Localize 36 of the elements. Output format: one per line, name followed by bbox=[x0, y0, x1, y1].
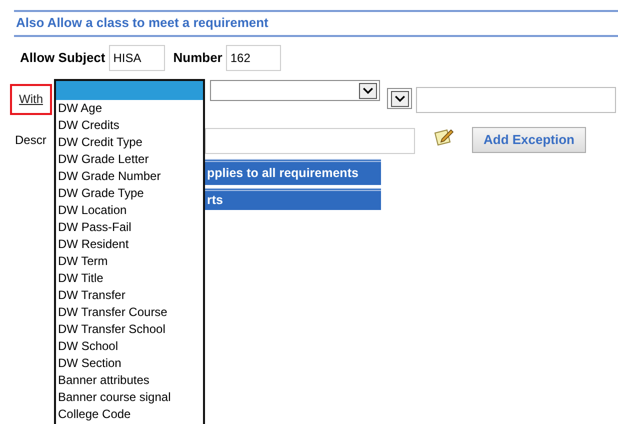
dropdown-option[interactable]: DW Transfer School bbox=[56, 321, 203, 338]
dropdown-option[interactable]: DW Section bbox=[56, 355, 203, 372]
dropdown-option[interactable]: DW Location bbox=[56, 202, 203, 219]
dropdown-option[interactable]: DW Grade Type bbox=[56, 185, 203, 202]
dropdown-option[interactable]: DW Resident bbox=[56, 236, 203, 253]
dropdown-option[interactable]: DW Grade Number bbox=[56, 168, 203, 185]
section-bar: rts bbox=[205, 188, 381, 210]
dropdown-option[interactable]: DW Term bbox=[56, 253, 203, 270]
dropdown-option[interactable]: DW Age bbox=[56, 100, 203, 117]
section-bar: pplies to all requirements bbox=[205, 159, 381, 185]
dropdown-option[interactable]: DW Transfer Course bbox=[56, 304, 203, 321]
dropdown-option[interactable]: DW Credit Type bbox=[56, 134, 203, 151]
number-label: Number bbox=[173, 48, 222, 67]
text-field[interactable] bbox=[416, 86, 616, 112]
add-exception-button[interactable]: Add Exception bbox=[472, 126, 586, 152]
dropdown-option[interactable]: DW Credits bbox=[56, 117, 203, 134]
dropdown-option[interactable]: DW Transfer bbox=[56, 287, 203, 304]
dropdown-option[interactable]: DW School bbox=[56, 338, 203, 355]
caret-icon bbox=[391, 90, 409, 106]
caret-icon bbox=[359, 82, 377, 98]
description-label: Descr bbox=[15, 132, 46, 148]
dropdown-select[interactable] bbox=[387, 88, 412, 108]
with-link[interactable]: With bbox=[10, 84, 52, 114]
subject-field[interactable]: HISA bbox=[109, 44, 166, 70]
dropdown-option[interactable]: College Code bbox=[56, 406, 203, 423]
section-title: Also Allow a class to meet a requirement bbox=[16, 15, 268, 30]
description-field[interactable] bbox=[205, 128, 415, 154]
dropdown-option[interactable]: Banner course signal bbox=[56, 389, 203, 406]
dropdown-option[interactable]: DW Pass-Fail bbox=[56, 219, 203, 236]
dropdown-select[interactable] bbox=[210, 80, 380, 100]
dropdown-option[interactable]: DW Title bbox=[56, 270, 203, 287]
dropdown-option[interactable]: DW Grade Letter bbox=[56, 151, 203, 168]
dropdown-option[interactable]: Banner attributes bbox=[56, 372, 203, 389]
subject-label: Allow Subject bbox=[20, 48, 106, 67]
note-edit-icon[interactable] bbox=[433, 126, 455, 146]
number-field[interactable]: 162 bbox=[226, 44, 282, 70]
